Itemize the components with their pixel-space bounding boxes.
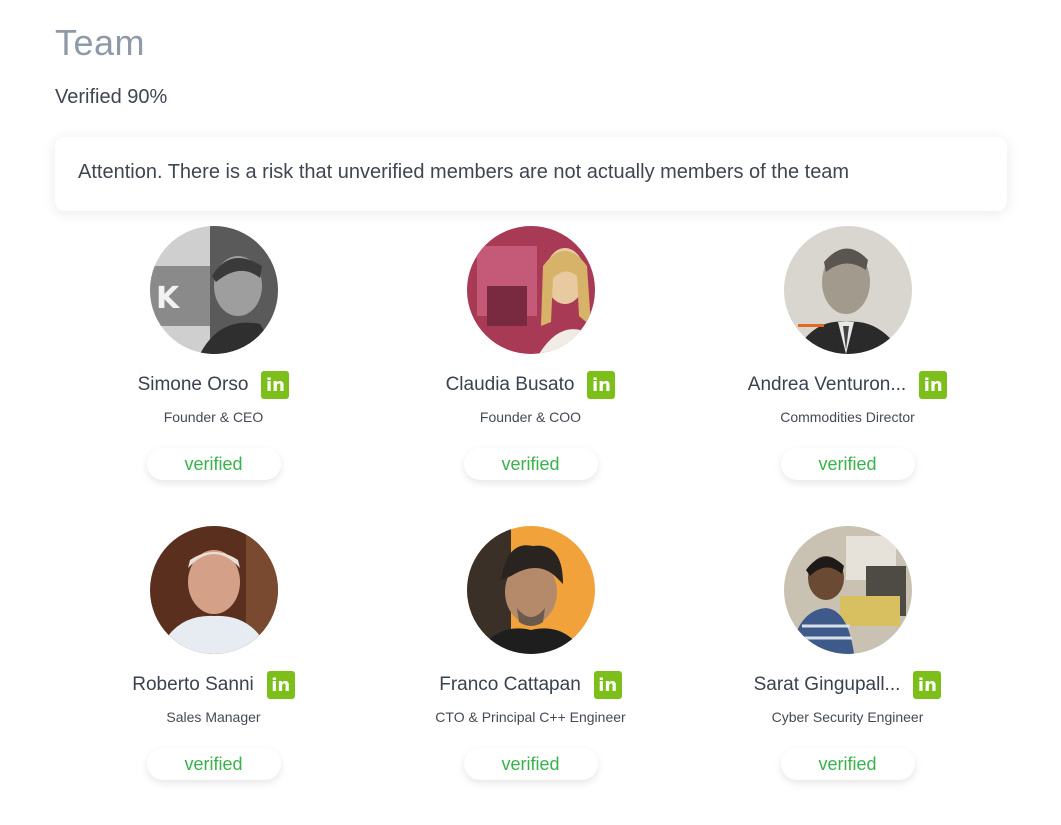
member-name-line: Roberto Sanni in [55, 670, 372, 700]
verified-button[interactable]: verified [463, 748, 598, 780]
member-name-line: Claudia Busato in [372, 370, 689, 400]
verified-button[interactable]: verified [463, 448, 598, 480]
member-name: Franco Cattapan [439, 674, 581, 695]
linkedin-icon[interactable]: in [919, 371, 948, 399]
member-name: Roberto Sanni [132, 674, 254, 695]
member-name-line: Sarat Gingupall... in [689, 670, 1006, 700]
avatar [466, 226, 595, 354]
member-name: Sarat Gingupall... [753, 674, 901, 695]
member-name-line: Simone Orso in [55, 370, 372, 400]
linkedin-icon[interactable]: in [266, 671, 295, 699]
avatar [149, 526, 278, 654]
avatar [783, 526, 912, 654]
linkedin-icon[interactable]: in [261, 371, 290, 399]
member-role: Commodities Director [780, 409, 915, 425]
member-card: Franco Cattapan in CTO & Principal C++ E… [372, 525, 689, 780]
verified-button[interactable]: verified [146, 748, 281, 780]
verified-button[interactable]: verified [780, 748, 915, 780]
member-name: Andrea Venturon... [747, 374, 907, 395]
linkedin-icon[interactable]: in [593, 671, 622, 699]
member-card: Roberto Sanni in Sales Manager verified [55, 525, 372, 780]
member-card: Claudia Busato in Founder & COO verified [372, 225, 689, 480]
avatar [466, 526, 595, 654]
member-role: Cyber Security Engineer [771, 709, 924, 725]
page-title: Team [55, 22, 146, 63]
verified-summary: Verified 90% [55, 86, 168, 108]
member-name-line: Franco Cattapan in [372, 670, 689, 700]
team-row: K Simone Orso in Founder & CEO verified [55, 225, 1007, 525]
member-role: Founder & COO [479, 409, 582, 425]
member-role: Founder & CEO [163, 409, 264, 425]
alert-text: Attention. There is a risk that unverifi… [78, 161, 850, 183]
member-role: CTO & Principal C++ Engineer [435, 709, 626, 725]
avatar [783, 226, 912, 354]
team-grid: K Simone Orso in Founder & CEO verified [55, 225, 1007, 825]
linkedin-icon[interactable]: in [587, 371, 616, 399]
member-role: Sales Manager [166, 709, 261, 725]
verified-button[interactable]: verified [146, 448, 281, 480]
svg-text:K: K [156, 281, 181, 316]
verified-button[interactable]: verified [780, 448, 915, 480]
member-name-line: Andrea Venturon... in [689, 370, 1006, 400]
member-card: Sarat Gingupall... in Cyber Security Eng… [689, 525, 1006, 780]
linkedin-icon[interactable]: in [913, 671, 942, 699]
member-card: K Simone Orso in Founder & CEO verified [55, 225, 372, 480]
avatar: K [149, 226, 278, 354]
member-name: Claudia Busato [445, 374, 575, 395]
member-card: Andrea Venturon... in Commodities Direct… [689, 225, 1006, 480]
member-name: Simone Orso [137, 374, 249, 395]
attention-alert: Attention. There is a risk that unverifi… [55, 137, 1007, 211]
team-row: Roberto Sanni in Sales Manager verified … [55, 525, 1007, 825]
